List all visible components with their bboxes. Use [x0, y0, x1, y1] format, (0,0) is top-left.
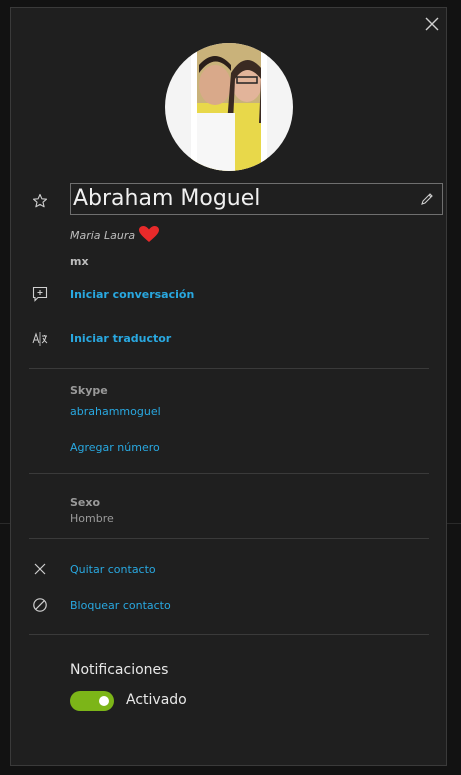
- close-icon[interactable]: [422, 14, 442, 34]
- skype-username-link[interactable]: abrahammoguel: [70, 405, 161, 418]
- section-divider: [29, 473, 429, 474]
- section-divider: [29, 538, 429, 539]
- start-translator-link[interactable]: Iniciar traductor: [70, 332, 171, 345]
- star-icon[interactable]: [32, 193, 48, 209]
- notifications-toggle-label: Activado: [126, 692, 187, 708]
- mood-message: Maria Laura: [70, 229, 136, 242]
- add-number-link[interactable]: Agregar número: [70, 441, 160, 454]
- notifications-title: Notificaciones: [70, 662, 169, 678]
- notifications-toggle[interactable]: [70, 691, 114, 711]
- gender-value: Hombre: [70, 512, 114, 525]
- block-contact-link[interactable]: Bloquear contacto: [70, 599, 171, 612]
- remove-icon: [34, 563, 46, 575]
- avatar: [165, 43, 293, 171]
- block-icon: [33, 598, 47, 612]
- gender-label: Sexo: [70, 496, 101, 509]
- translate-icon: [32, 332, 48, 346]
- add-chat-icon: [32, 286, 48, 302]
- remove-contact-link[interactable]: Quitar contacto: [70, 563, 156, 576]
- section-divider: [29, 368, 429, 369]
- display-name-field[interactable]: Abraham Moguel: [70, 183, 443, 215]
- toggle-knob: [99, 696, 109, 706]
- display-name: Abraham Moguel: [73, 186, 261, 211]
- pencil-icon[interactable]: [420, 192, 434, 206]
- skype-label: Skype: [70, 384, 108, 397]
- heart-icon: [139, 226, 159, 242]
- start-conversation-link[interactable]: Iniciar conversación: [70, 288, 194, 301]
- section-divider: [29, 634, 429, 635]
- location: mx: [70, 255, 89, 268]
